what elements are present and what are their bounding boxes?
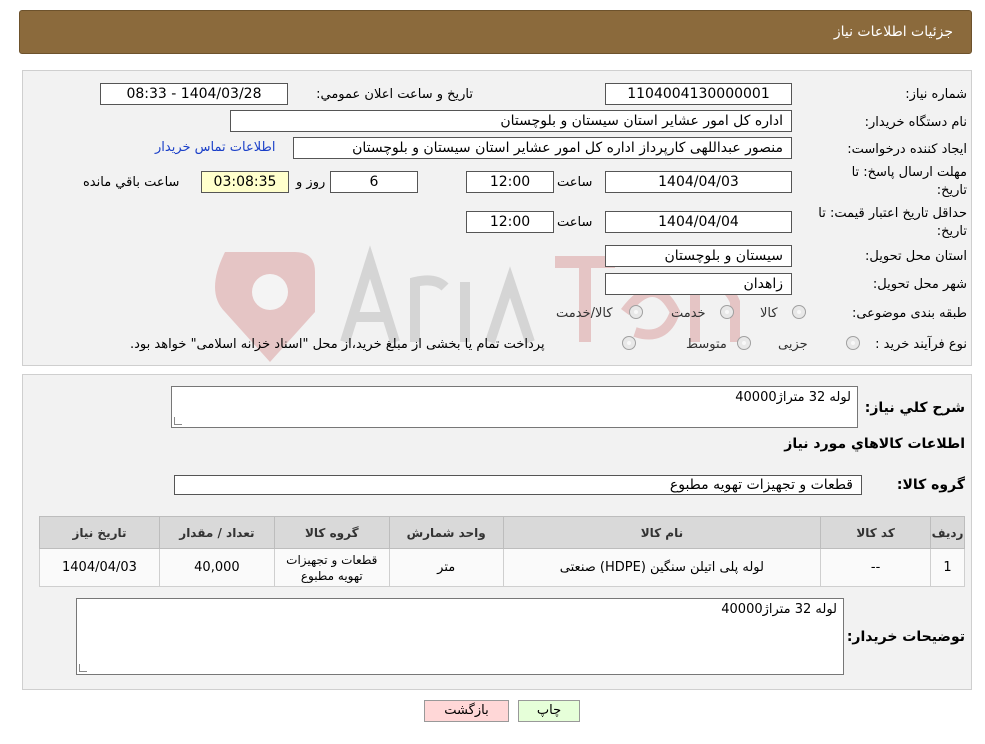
process-radio-treasury[interactable] — [622, 336, 636, 350]
col-header-unit: واحد شمارش — [388, 516, 504, 549]
process-radio-medium[interactable] — [737, 336, 751, 350]
city-label: شهر محل تحویل: — [872, 277, 967, 292]
creator-label: ایجاد کننده درخواست: — [847, 142, 967, 157]
remaining-time-field[interactable]: 03:08:35 — [201, 171, 289, 193]
deadline-label: مهلت ارسال پاسخ: تا تاریخ: — [851, 165, 967, 198]
buyer-notes-text: لوله 32 متراژ40000 — [721, 602, 837, 617]
process-option-minor: جزیی — [778, 337, 808, 352]
category-radio-goods[interactable] — [792, 305, 806, 319]
deadline-date-field[interactable]: 1404/04/03 — [605, 171, 792, 193]
cell-unit: متر — [388, 548, 504, 587]
resize-handle-icon[interactable] — [174, 417, 182, 425]
category-option-both: کالا/خدمت — [556, 306, 613, 321]
col-header-group: گروه کالا — [273, 516, 390, 549]
summary-text: لوله 32 متراژ40000 — [735, 390, 851, 405]
summary-label: شرح کلي نياز: — [864, 400, 965, 416]
cell-row: 1 — [930, 548, 965, 587]
need-number-label: شماره نیاز: — [905, 87, 967, 102]
process-label: نوع فرآیند خرید : — [875, 337, 967, 352]
announce-field[interactable]: 1404/03/28 - 08:33 — [100, 83, 288, 105]
goods-info-title: اطلاعات کالاهاي مورد نياز — [784, 436, 965, 452]
back-button[interactable]: بازگشت — [424, 700, 509, 722]
category-radio-service[interactable] — [720, 305, 734, 319]
goods-group-field[interactable]: قطعات و تجهیزات تهویه مطبوع — [174, 475, 862, 495]
contact-buyer-link[interactable]: اطلاعات تماس خریدار — [155, 140, 275, 155]
col-header-quantity: تعداد / مقدار — [158, 516, 275, 549]
city-field[interactable]: زاهدان — [605, 273, 792, 295]
validity-label: حداقل تاریخ اعتبار قیمت: تا تاریخ: — [818, 206, 967, 239]
buyer-org-field[interactable]: اداره کل امور عشایر استان سیستان و بلوچس… — [230, 110, 792, 132]
goods-table: رديف کد کالا نام کالا واحد شمارش گروه کا… — [39, 516, 965, 587]
col-header-name: نام کالا — [502, 516, 822, 549]
buyer-notes-label: توضیحات خریدار: — [846, 629, 965, 645]
category-radio-both[interactable] — [629, 305, 643, 319]
cell-group: قطعات و تجهیزات تهویه مطبوع — [273, 548, 390, 587]
process-radio-minor[interactable] — [846, 336, 860, 350]
buyer-notes-textarea[interactable]: لوله 32 متراژ40000 — [76, 598, 844, 675]
resize-handle-icon[interactable] — [79, 664, 87, 672]
remaining-label: ساعت باقي مانده — [83, 175, 180, 190]
deadline-time-field[interactable]: 12:00 — [466, 171, 554, 193]
days-label: روز و — [296, 175, 326, 190]
table-row: 1 -- لوله پلی اتیلن سنگین (HDPE) صنعتی م… — [39, 548, 965, 587]
creator-field[interactable]: منصور عبداللهی کارپرداز اداره کل امور عش… — [293, 137, 792, 159]
print-button[interactable]: چاپ — [518, 700, 580, 722]
process-option-medium: متوسط — [686, 337, 727, 352]
validity-time-label: ساعت — [557, 215, 593, 230]
col-header-code: کد کالا — [820, 516, 932, 549]
province-label: استان محل تحویل: — [865, 249, 967, 264]
page-title: جزئیات اطلاعات نیاز — [833, 24, 953, 40]
category-option-goods: کالا — [760, 306, 778, 321]
cell-code: -- — [820, 548, 932, 587]
need-number-field[interactable]: 1104004130000001 — [605, 83, 792, 105]
page-header: جزئیات اطلاعات نیاز — [19, 10, 972, 54]
cell-name: لوله پلی اتیلن سنگین (HDPE) صنعتی — [502, 548, 822, 587]
process-note: پرداخت تمام یا بخشی از مبلغ خرید،از محل … — [130, 337, 545, 352]
deadline-time-label: ساعت — [557, 175, 593, 190]
summary-textarea[interactable]: لوله 32 متراژ40000 — [171, 386, 858, 428]
col-header-date: تاریخ نیاز — [39, 516, 160, 549]
province-field[interactable]: سیستان و بلوچستان — [605, 245, 792, 267]
goods-group-label: گروه کالا: — [896, 477, 965, 493]
buyer-org-label: نام دستگاه خریدار: — [864, 115, 967, 130]
col-header-row: رديف — [930, 516, 965, 549]
category-option-service: خدمت — [671, 306, 706, 321]
cell-date: 1404/04/03 — [39, 548, 160, 587]
announce-label: تاريخ و ساعت اعلان عمومي: — [316, 87, 473, 102]
days-field[interactable]: 6 — [330, 171, 418, 193]
validity-time-field[interactable]: 12:00 — [466, 211, 554, 233]
cell-quantity: 40,000 — [158, 548, 275, 587]
category-label: طبقه بندی موضوعی: — [851, 306, 967, 321]
validity-date-field[interactable]: 1404/04/04 — [605, 211, 792, 233]
